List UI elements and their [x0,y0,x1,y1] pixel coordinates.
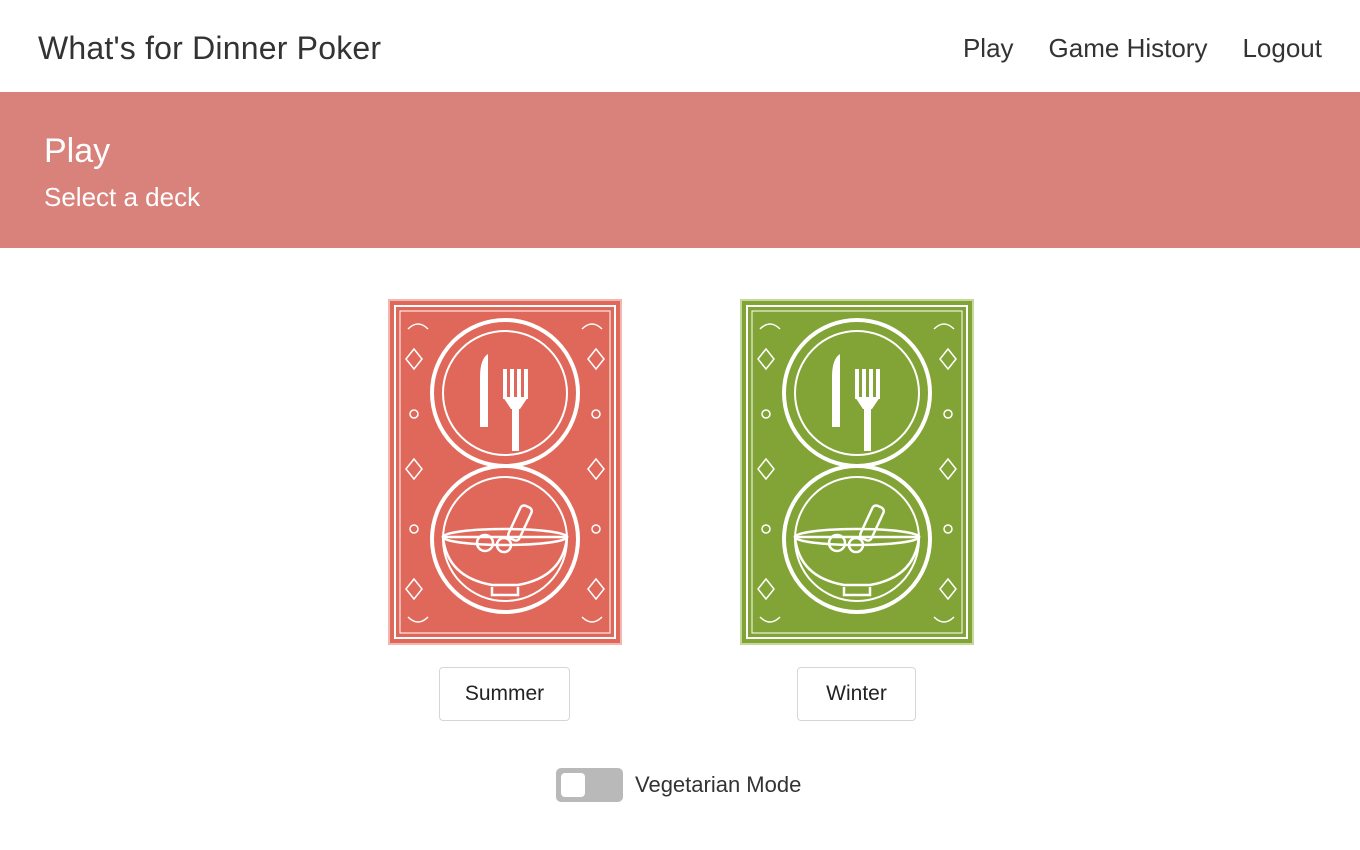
summer-deck-button[interactable]: Summer [439,667,570,721]
deck-winter: Winter [740,299,974,721]
page-banner: Play Select a deck [0,92,1360,248]
winter-deck-card[interactable] [740,299,974,645]
nav-link-logout[interactable]: Logout [1242,33,1322,64]
nav-link-play[interactable]: Play [963,33,1014,64]
vegetarian-mode-option: Vegetarian Mode [556,768,801,802]
nav-links: Play Game History Logout [963,33,1322,64]
nav-link-game-history[interactable]: Game History [1049,33,1208,64]
page-title: Play [44,132,111,170]
toggle-knob [561,773,585,797]
deck-summer: Summer [388,299,622,721]
vegetarian-mode-toggle[interactable] [556,768,623,802]
winter-deck-button[interactable]: Winter [797,667,916,721]
page-subtitle: Select a deck [44,182,201,212]
vegetarian-mode-label: Vegetarian Mode [635,772,802,797]
summer-deck-card[interactable] [388,299,622,645]
navbar: What's for Dinner Poker Play Game Histor… [0,0,1360,92]
brand-title[interactable]: What's for Dinner Poker [38,30,381,67]
